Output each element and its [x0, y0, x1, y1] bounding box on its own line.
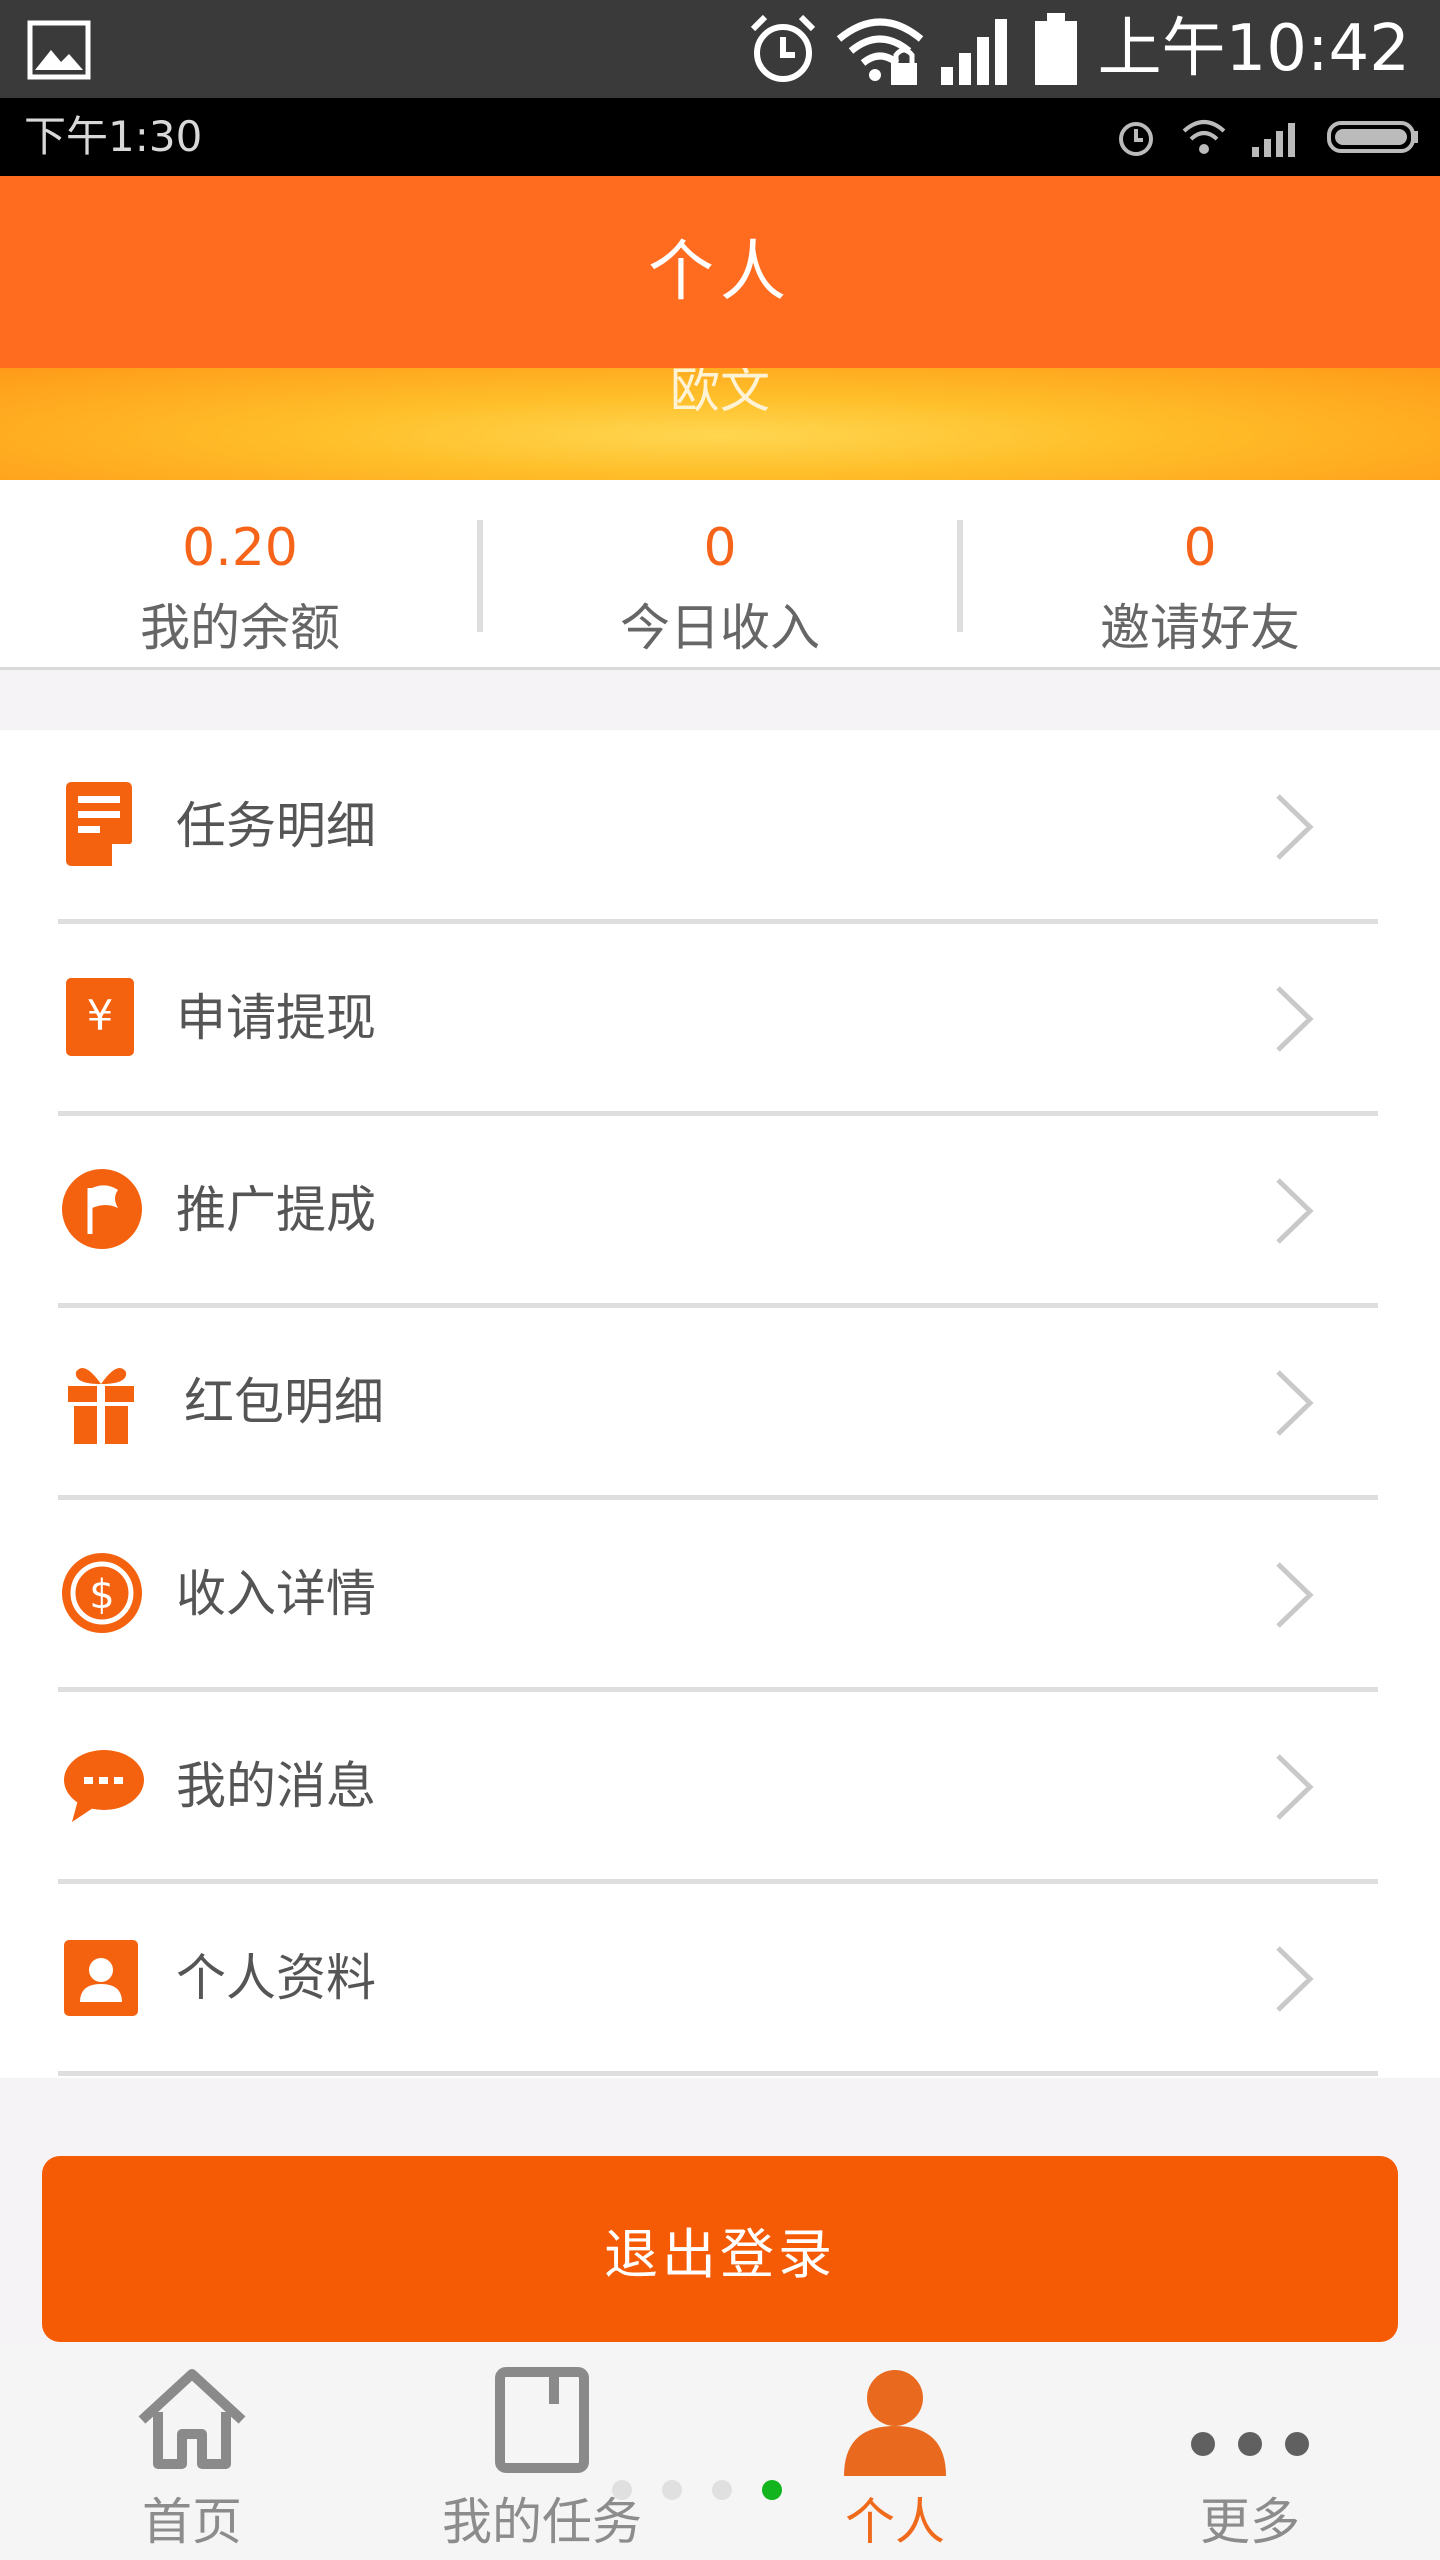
chevron-right-icon [1276, 794, 1314, 860]
menu-item-promotion[interactable]: 推广提成 [0, 1114, 1440, 1308]
page-indicator [612, 2480, 782, 2500]
image-notification-icon [27, 20, 91, 80]
menu-list: 任务明细 ¥ 申请提现 推广提成 红包明细 $ 收入详情 我的消息 个人资料 [0, 730, 1440, 2078]
inner-signal-icon [1252, 123, 1295, 157]
message-icon [64, 1750, 144, 1822]
home-icon [138, 2369, 246, 2469]
page-dot [612, 2480, 632, 2500]
inner-wifi-icon [1182, 120, 1226, 154]
menu-item-red-packet[interactable]: 红包明细 [0, 1306, 1440, 1500]
signal-icon [941, 19, 1007, 85]
menu-item-profile[interactable]: 个人资料 [0, 1882, 1440, 2076]
chevron-right-icon [1276, 1946, 1314, 2012]
menu-item-income-details[interactable]: $ 收入详情 [0, 1498, 1440, 1692]
page-dot [712, 2480, 732, 2500]
stat-value: 0 [1183, 518, 1217, 578]
chevron-right-icon [1276, 1178, 1314, 1244]
menu-item-label: 任务明细 [176, 797, 376, 855]
battery-icon [1035, 13, 1077, 85]
inner-battery-icon [1327, 121, 1418, 153]
stat-balance[interactable]: 0.20 我的余额 [0, 480, 483, 667]
menu-item-label: 收入详情 [176, 1565, 376, 1623]
menu-item-messages[interactable]: 我的消息 [0, 1690, 1440, 1884]
notebook-icon [495, 2367, 589, 2473]
page-title: 个人 [648, 233, 792, 310]
tab-label: 更多 [1200, 2493, 1300, 2551]
profile-card-icon [64, 1940, 138, 2016]
tab-personal[interactable]: 个人 [800, 2342, 990, 2560]
stat-value: 0 [703, 518, 737, 578]
tab-home[interactable]: 首页 [80, 2342, 304, 2560]
tab-more[interactable]: 更多 [1140, 2342, 1360, 2560]
chevron-right-icon [1276, 1370, 1314, 1436]
menu-item-label: 推广提成 [176, 1181, 376, 1239]
inner-status-bar: 下午1:30 [0, 98, 1440, 176]
person-icon [844, 2370, 946, 2476]
menu-item-label: 申请提现 [176, 989, 376, 1047]
profile-banner: 欧文 [0, 368, 1440, 480]
tab-label: 首页 [142, 2493, 242, 2551]
dollar-coin-icon: $ [62, 1553, 142, 1633]
page-dot-active [762, 2480, 782, 2500]
yuan-icon: ¥ [66, 978, 134, 1056]
task-list-icon [66, 782, 132, 866]
stat-invite-friends[interactable]: 0 邀请好友 [960, 480, 1440, 667]
chevron-right-icon [1276, 1754, 1314, 1820]
page-dot [662, 2480, 682, 2500]
logout-button[interactable]: 退出登录 [42, 2156, 1398, 2342]
more-icon [1191, 2432, 1309, 2456]
stats-bar: 0.20 我的余额 0 今日收入 0 邀请好友 [0, 480, 1440, 670]
row-divider [58, 2071, 1378, 2076]
wifi-locked-icon [836, 18, 924, 85]
menu-item-label: 个人资料 [176, 1949, 376, 2007]
user-name: 欧文 [670, 368, 770, 419]
svg-text:¥: ¥ [87, 991, 114, 1040]
flag-icon [62, 1169, 142, 1249]
chevron-right-icon [1276, 1562, 1314, 1628]
svg-text:$: $ [89, 1572, 114, 1618]
bottom-nav: 首页 我的任务 个人 更多 [0, 2342, 1440, 2560]
stat-today-income[interactable]: 0 今日收入 [480, 480, 963, 667]
inner-status-time: 下午1:30 [24, 112, 203, 161]
menu-item-label: 我的消息 [176, 1757, 376, 1815]
stat-label: 今日收入 [620, 599, 820, 657]
menu-item-withdraw[interactable]: ¥ 申请提现 [0, 922, 1440, 1116]
inner-alarm-icon [1119, 122, 1153, 156]
chevron-right-icon [1276, 986, 1314, 1052]
menu-item-task-details[interactable]: 任务明细 [0, 730, 1440, 924]
menu-item-label: 红包明细 [184, 1373, 384, 1431]
tab-my-tasks[interactable]: 我的任务 [420, 2342, 664, 2560]
status-time: 上午10:42 [1097, 12, 1410, 86]
tab-label: 个人 [845, 2493, 945, 2551]
alarm-icon [750, 14, 816, 82]
stat-value: 0.20 [182, 518, 298, 578]
stat-label: 邀请好友 [1100, 599, 1300, 657]
system-status-bar: 上午10:42 [0, 0, 1440, 98]
stat-label: 我的余额 [140, 599, 340, 657]
app-header: 个人 [0, 176, 1440, 368]
gift-icon [68, 1368, 134, 1444]
